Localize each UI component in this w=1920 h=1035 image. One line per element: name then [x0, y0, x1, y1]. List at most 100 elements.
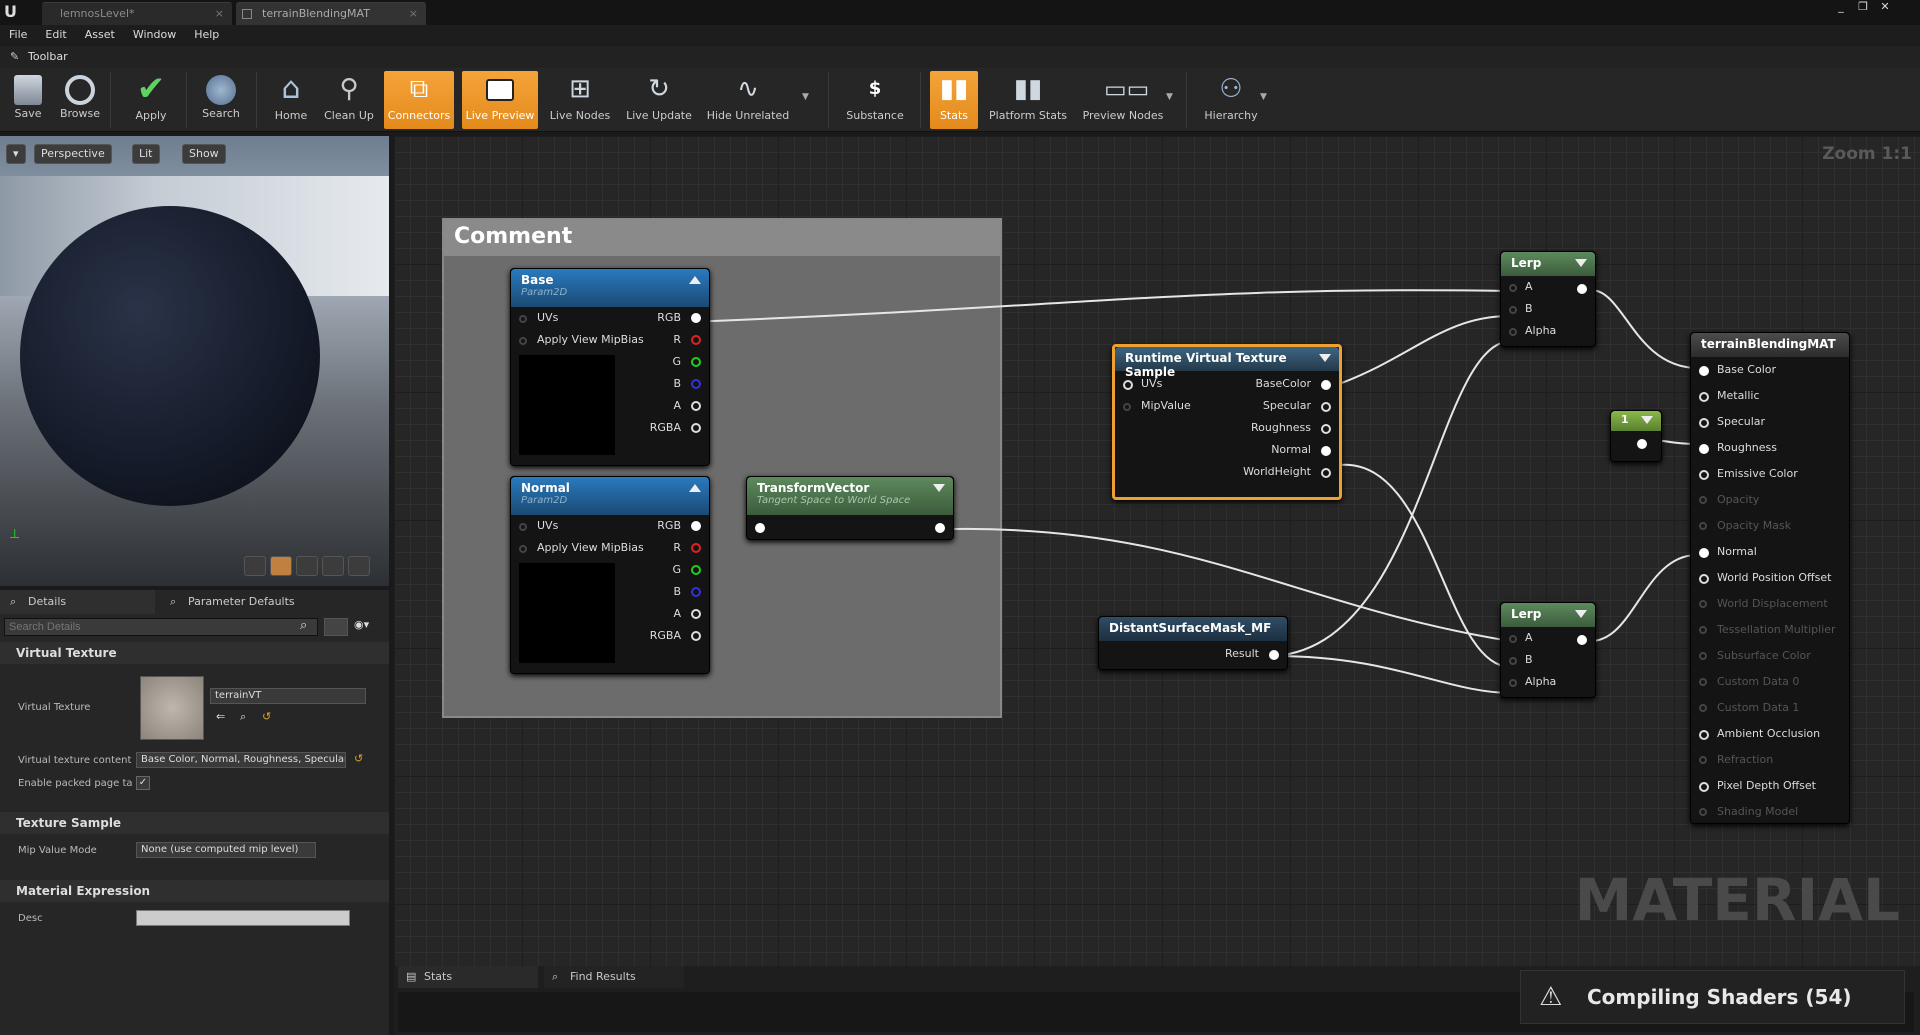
tab-details[interactable]: ⌕ Details — [0, 590, 155, 614]
result-pin-dot[interactable] — [1699, 626, 1707, 634]
live-preview-button[interactable]: Live Preview — [462, 71, 538, 129]
desc-input[interactable] — [136, 910, 350, 926]
node-header[interactable]: terrainBlendingMAT — [1691, 333, 1849, 357]
packed-page-checkbox[interactable]: ✓ — [136, 776, 150, 790]
b-output-pin[interactable] — [691, 587, 701, 597]
cylinder-preview-icon[interactable] — [244, 556, 266, 576]
specular-output-pin[interactable] — [1321, 402, 1331, 412]
use-selected-icon[interactable]: ⇐ — [216, 710, 225, 723]
toolbar-tab[interactable]: ✎ Toolbar — [0, 46, 1920, 68]
result-pin-dot[interactable] — [1699, 366, 1709, 376]
output-pin[interactable] — [1637, 439, 1647, 449]
rgb-output-pin[interactable] — [691, 521, 701, 531]
close-icon[interactable]: × — [409, 3, 418, 25]
sphere-preview-icon[interactable] — [270, 556, 292, 576]
result-pin-dot[interactable] — [1699, 522, 1707, 530]
eye-icon[interactable]: ◉▾ — [354, 618, 369, 631]
collapse-icon[interactable] — [1641, 416, 1653, 424]
vt-content-combo[interactable]: Base Color, Normal, Roughness, Specular — [136, 752, 346, 768]
save-button[interactable]: Save — [8, 71, 48, 129]
uvs-pin[interactable] — [1123, 380, 1133, 390]
input-pin[interactable] — [755, 523, 765, 533]
dropdown-icon[interactable]: ▼ — [1260, 92, 1267, 102]
section-texture-sample[interactable]: Texture Sample — [0, 812, 389, 834]
virtual-texture-combo[interactable]: terrainVT — [210, 688, 366, 704]
node-header[interactable]: Normal Param2D — [511, 477, 709, 515]
g-output-pin[interactable] — [691, 357, 701, 367]
a-output-pin[interactable] — [691, 609, 701, 619]
section-material-expression[interactable]: Material Expression — [0, 880, 389, 902]
result-pin-dot[interactable] — [1699, 444, 1709, 454]
result-pin-dot[interactable] — [1699, 600, 1707, 608]
rgba-output-pin[interactable] — [691, 631, 701, 641]
menu-help[interactable]: Help — [185, 25, 228, 45]
b-pin[interactable] — [1509, 657, 1517, 665]
result-pin-dot[interactable] — [1699, 730, 1709, 740]
home-button[interactable]: ⌂ Home — [270, 71, 312, 129]
search-button[interactable]: Search — [196, 71, 246, 129]
viewport-menu-button[interactable]: ▾ — [6, 144, 26, 164]
menu-file[interactable]: File — [0, 25, 36, 45]
restore-icon[interactable]: ❐ — [1852, 0, 1874, 16]
reset-icon[interactable]: ↺ — [262, 710, 271, 723]
node-lerp-1[interactable]: Lerp A B Alpha — [1500, 251, 1596, 347]
perspective-button[interactable]: Perspective — [34, 144, 112, 164]
menu-edit[interactable]: Edit — [36, 25, 75, 45]
apply-button[interactable]: ✔ Apply — [128, 71, 174, 129]
worldheight-output-pin[interactable] — [1321, 468, 1331, 478]
node-rvt-sample[interactable]: Runtime Virtual Texture Sample UVs MipVa… — [1112, 344, 1342, 500]
result-pin-dot[interactable] — [1699, 782, 1709, 792]
browse-button[interactable]: Browse — [56, 71, 104, 129]
r-output-pin[interactable] — [691, 335, 701, 345]
result-pin-dot[interactable] — [1699, 418, 1709, 428]
material-graph[interactable]: Zoom 1:1 MATERIAL Comment Base Param2D U… — [394, 136, 1920, 966]
output-pin[interactable] — [1577, 284, 1587, 294]
close-icon[interactable]: × — [215, 3, 224, 25]
result-pin-dot[interactable] — [1699, 574, 1709, 584]
preview-nodes-button[interactable]: ▭▭ Preview Nodes — [1078, 71, 1168, 129]
normal-output-pin[interactable] — [1321, 446, 1331, 456]
platform-stats-button[interactable]: ▮▮ Platform Stats — [986, 71, 1070, 129]
rgba-output-pin[interactable] — [691, 423, 701, 433]
view-options-icon[interactable] — [324, 618, 348, 636]
output-pin[interactable] — [935, 523, 945, 533]
section-virtual-texture[interactable]: Virtual Texture — [0, 642, 389, 664]
preview-viewport[interactable]: ▾ Perspective Lit Show ⟂ — [0, 136, 389, 586]
live-nodes-button[interactable]: ⊞ Live Nodes — [546, 71, 614, 129]
browse-icon[interactable]: ⌕ — [240, 710, 246, 724]
alpha-pin[interactable] — [1509, 679, 1517, 687]
roughness-output-pin[interactable] — [1321, 424, 1331, 434]
result-pin-dot[interactable] — [1699, 756, 1707, 764]
node-material-result[interactable]: terrainBlendingMAT Base Color Metallic Spe… — [1690, 332, 1850, 824]
stats-button[interactable]: ▮▮ Stats — [930, 71, 978, 129]
connectors-button[interactable]: ⧉ Connectors — [384, 71, 454, 129]
search-details-input[interactable] — [4, 618, 318, 636]
result-pin-dot[interactable] — [1699, 470, 1709, 480]
a-pin[interactable] — [1509, 635, 1517, 643]
menu-asset[interactable]: Asset — [76, 25, 124, 45]
texture-thumbnail[interactable] — [140, 676, 204, 740]
result-output-pin[interactable] — [1269, 650, 1279, 660]
node-header[interactable]: Base Param2D — [511, 269, 709, 307]
node-header[interactable]: TransformVector Tangent Space to World S… — [747, 477, 953, 515]
collapse-icon[interactable] — [933, 484, 945, 492]
uvs-pin[interactable] — [519, 523, 527, 531]
node-header[interactable]: Runtime Virtual Texture Sample — [1115, 347, 1339, 379]
tab-stats[interactable]: ▤ Stats — [398, 966, 538, 988]
node-base[interactable]: Base Param2D UVs Apply View MipBias RGB … — [510, 268, 710, 466]
g-output-pin[interactable] — [691, 565, 701, 575]
alpha-pin[interactable] — [1509, 328, 1517, 336]
dropdown-icon[interactable]: ▼ — [1166, 92, 1173, 102]
tab-lemnos-level[interactable]: lemnosLevel* × — [42, 2, 232, 25]
b-pin[interactable] — [1509, 306, 1517, 314]
result-pin-dot[interactable] — [1699, 678, 1707, 686]
teapot-preview-icon[interactable] — [348, 556, 370, 576]
result-pin-dot[interactable] — [1699, 392, 1709, 402]
a-output-pin[interactable] — [691, 401, 701, 411]
uvs-pin[interactable] — [519, 315, 527, 323]
output-pin[interactable] — [1577, 635, 1587, 645]
node-header[interactable]: Lerp — [1501, 252, 1595, 276]
mipbias-pin[interactable] — [519, 337, 527, 345]
collapse-icon[interactable] — [1575, 610, 1587, 618]
mipbias-pin[interactable] — [519, 545, 527, 553]
